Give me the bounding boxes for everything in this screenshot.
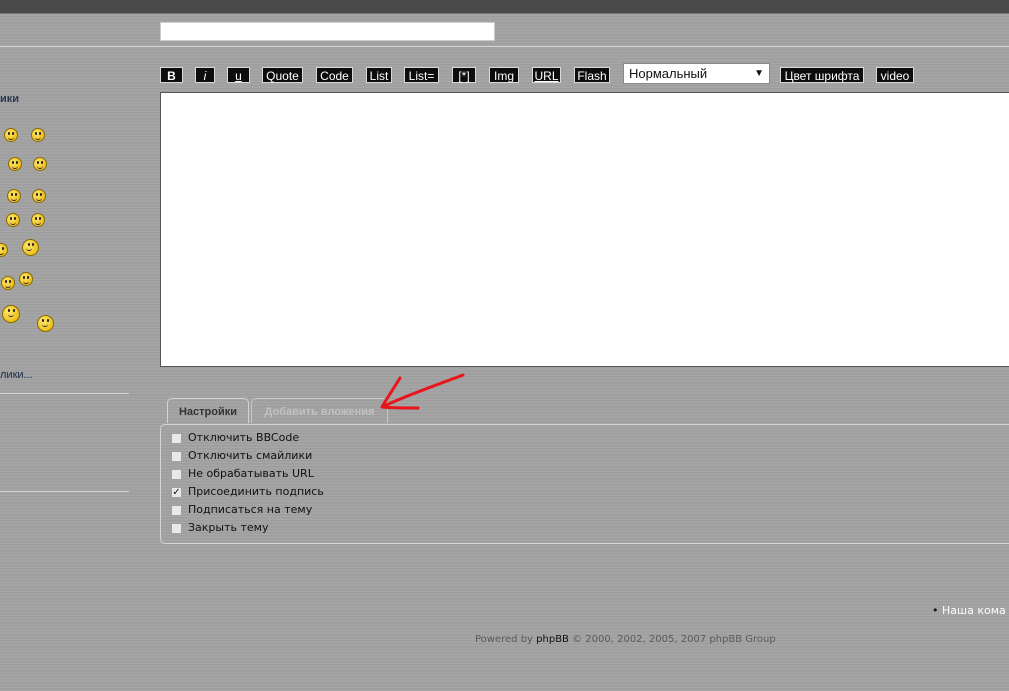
smiley-icon[interactable] bbox=[31, 213, 45, 227]
flash-button[interactable]: Flash bbox=[574, 67, 610, 83]
smiley-icon[interactable] bbox=[0, 243, 8, 257]
smiley-icon[interactable] bbox=[7, 189, 21, 203]
tab-settings[interactable]: Настройки bbox=[167, 398, 249, 423]
smiley-icon[interactable] bbox=[22, 239, 39, 256]
smiley-icon[interactable] bbox=[33, 157, 47, 171]
quote-button[interactable]: Quote bbox=[262, 67, 303, 83]
checkbox-checked[interactable]: ✓ bbox=[171, 487, 182, 498]
checkbox[interactable] bbox=[171, 505, 182, 516]
list-item-button[interactable]: [*] bbox=[452, 67, 476, 83]
code-button[interactable]: Code bbox=[316, 67, 353, 83]
subject-input[interactable] bbox=[160, 22, 495, 41]
font-size-value: Нормальный bbox=[629, 66, 708, 81]
checkbox[interactable] bbox=[171, 451, 182, 462]
header-divider bbox=[0, 46, 1009, 47]
more-smilies-link[interactable]: лики... bbox=[0, 369, 33, 381]
list-ordered-button[interactable]: List= bbox=[404, 67, 439, 83]
underline-button[interactable]: u bbox=[227, 67, 250, 83]
footer-credits: Powered by phpBB © 2000, 2002, 2005, 200… bbox=[475, 634, 776, 645]
smiley-icon[interactable] bbox=[1, 276, 15, 290]
img-button[interactable]: Img bbox=[489, 67, 519, 83]
bold-button[interactable]: B bbox=[160, 67, 183, 83]
italic-button[interactable]: i bbox=[195, 67, 215, 83]
left-divider bbox=[0, 491, 129, 492]
message-textarea[interactable] bbox=[160, 92, 1009, 367]
font-color-button[interactable]: Цвет шрифта bbox=[780, 67, 864, 83]
smiley-icon[interactable] bbox=[31, 128, 45, 142]
team-link[interactable]: • Наша кома bbox=[932, 604, 1006, 617]
smiley-icon[interactable] bbox=[4, 128, 18, 142]
checkbox[interactable] bbox=[171, 523, 182, 534]
checkbox[interactable] bbox=[171, 433, 182, 444]
video-button[interactable]: video bbox=[876, 67, 914, 83]
smiley-icon[interactable] bbox=[37, 315, 54, 332]
smiley-icon[interactable] bbox=[8, 157, 22, 171]
smiley-icon[interactable] bbox=[32, 189, 46, 203]
phpbb-link[interactable]: phpBB bbox=[536, 634, 569, 645]
checkbox[interactable] bbox=[171, 469, 182, 480]
top-bar bbox=[0, 0, 1009, 14]
smiley-icon[interactable] bbox=[19, 272, 33, 286]
font-size-select[interactable]: Нормальный ▼ bbox=[623, 63, 770, 84]
tab-attachments[interactable]: Добавить вложения bbox=[251, 398, 388, 423]
url-button[interactable]: URL bbox=[532, 67, 561, 83]
left-divider bbox=[0, 393, 129, 394]
smiley-icon[interactable] bbox=[2, 305, 20, 323]
list-button[interactable]: List bbox=[366, 67, 392, 83]
options-panel: Отключить BBCode Отключить смайлики Не о… bbox=[160, 424, 1009, 544]
smilies-title: ики bbox=[0, 93, 20, 105]
dropdown-arrow-icon: ▼ bbox=[754, 68, 764, 79]
annotation-arrow-icon bbox=[380, 373, 465, 410]
bullet: • bbox=[932, 604, 942, 617]
smiley-icon[interactable] bbox=[6, 213, 20, 227]
